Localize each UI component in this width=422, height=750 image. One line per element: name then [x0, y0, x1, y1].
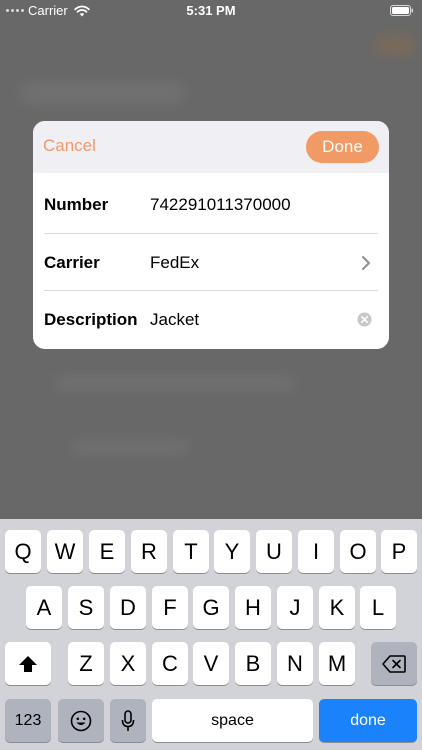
key-e[interactable]: E: [89, 530, 125, 573]
key-n[interactable]: N: [277, 642, 313, 685]
key-r[interactable]: R: [131, 530, 167, 573]
key-o[interactable]: O: [340, 530, 376, 573]
backspace-icon: [382, 654, 406, 673]
key-q[interactable]: Q: [5, 530, 41, 573]
carrier-row[interactable]: Carrier FedEx: [33, 234, 389, 291]
key-y[interactable]: Y: [214, 530, 250, 573]
done-button[interactable]: Done: [306, 131, 379, 163]
key-w[interactable]: W: [47, 530, 83, 573]
dialog-header: Cancel Done: [33, 121, 389, 173]
key-x[interactable]: X: [110, 642, 146, 685]
dictation-key[interactable]: [110, 699, 146, 742]
status-bar: Carrier 5:31 PM: [0, 0, 422, 22]
key-g[interactable]: G: [193, 586, 229, 629]
background-row-blur: [70, 440, 190, 454]
microphone-icon: [121, 709, 135, 731]
description-row[interactable]: Description Jacket: [33, 291, 389, 348]
shift-icon: [19, 655, 37, 672]
emoji-icon: [70, 710, 92, 731]
background-button-blur: [375, 35, 415, 55]
numbers-key[interactable]: 123: [5, 699, 51, 742]
description-field[interactable]: Jacket: [150, 291, 199, 348]
space-key[interactable]: space: [152, 699, 313, 742]
background-row-blur: [55, 375, 295, 391]
background-title-blur: [20, 82, 185, 104]
key-u[interactable]: U: [256, 530, 292, 573]
key-a[interactable]: A: [26, 586, 62, 629]
emoji-key[interactable]: [58, 699, 104, 742]
key-t[interactable]: T: [173, 530, 209, 573]
carrier-label: Carrier: [44, 253, 100, 272]
carrier-value: FedEx: [150, 253, 200, 272]
done-key[interactable]: done: [319, 699, 417, 742]
number-row[interactable]: Number 742291011370000: [33, 176, 389, 233]
keyboard: Q W E R T Y U I O P A S D F G H J K L Z …: [0, 519, 422, 750]
key-v[interactable]: V: [193, 642, 229, 685]
key-m[interactable]: M: [319, 642, 355, 685]
shift-key[interactable]: [5, 642, 51, 685]
description-label: Description: [44, 310, 138, 329]
cancel-button[interactable]: Cancel: [43, 136, 96, 156]
number-field[interactable]: 742291011370000: [150, 176, 291, 233]
clear-icon[interactable]: [357, 312, 372, 327]
key-s[interactable]: S: [68, 586, 104, 629]
number-label: Number: [44, 195, 109, 214]
add-package-dialog: Cancel Done Number 742291011370000 Carri…: [33, 121, 389, 349]
delete-key[interactable]: [371, 642, 417, 685]
key-k[interactable]: K: [319, 586, 355, 629]
key-j[interactable]: J: [277, 586, 313, 629]
key-c[interactable]: C: [152, 642, 188, 685]
key-p[interactable]: P: [381, 530, 417, 573]
battery-icon: [390, 5, 413, 16]
key-z[interactable]: Z: [68, 642, 104, 685]
key-i[interactable]: I: [298, 530, 334, 573]
status-time: 5:31 PM: [186, 3, 236, 18]
chevron-right-icon: [362, 256, 370, 270]
key-h[interactable]: H: [235, 586, 271, 629]
key-f[interactable]: F: [152, 586, 188, 629]
key-l[interactable]: L: [360, 586, 396, 629]
key-d[interactable]: D: [110, 586, 146, 629]
key-b[interactable]: B: [235, 642, 271, 685]
